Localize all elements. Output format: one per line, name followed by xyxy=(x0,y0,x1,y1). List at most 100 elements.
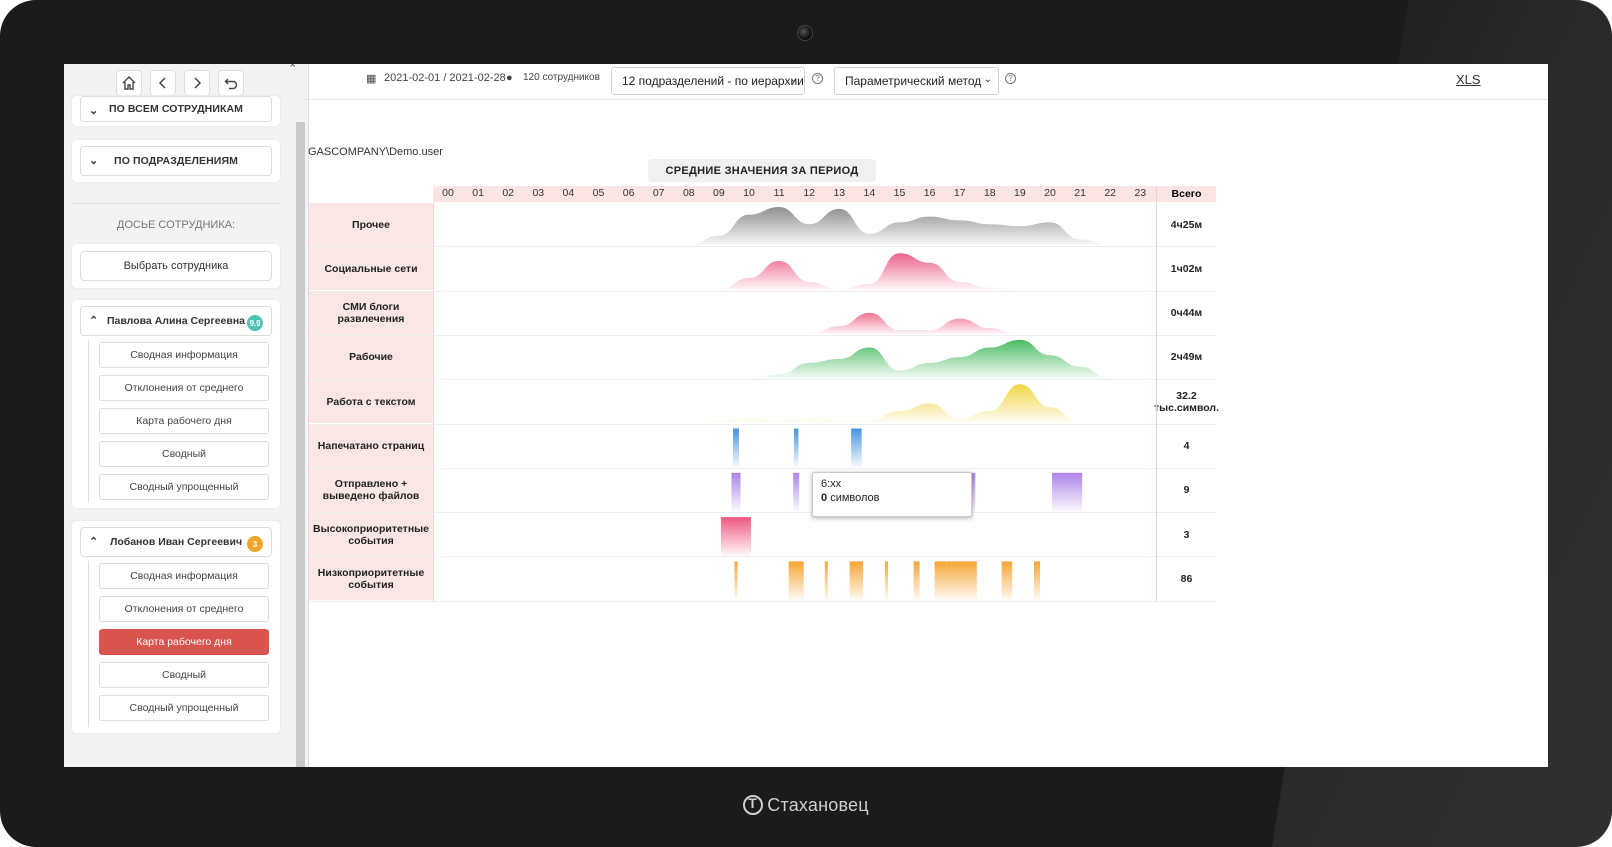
hour-label: 13 xyxy=(833,187,846,199)
app-screen: ⌃ ⌄ ПО ВСЕМ СОТРУДНИКАМ ⌄ ПО ПОДРАЗДЕЛЕН… xyxy=(64,64,1548,767)
employee-header-button[interactable]: ⌃ Лобанов Иван Сергеевич 3 xyxy=(80,527,272,557)
report-item[interactable]: Сводная информация xyxy=(99,342,269,368)
section-all-employees-card: ⌄ ПО ВСЕМ СОТРУДНИКАМ xyxy=(72,96,280,126)
brand-footer: Стахановец xyxy=(0,795,1612,816)
hour-label: 22 xyxy=(1104,187,1117,199)
event-bar[interactable] xyxy=(934,561,947,600)
employee-report-list: Сводная информация Отклонения от среднег… xyxy=(88,561,269,727)
row-label: Рабочие xyxy=(309,335,433,379)
help-icon[interactable]: ? xyxy=(812,73,823,84)
section-label: ПО ВСЕМ СОТРУДНИКАМ xyxy=(108,103,244,115)
event-bar[interactable] xyxy=(1033,561,1041,600)
hour-label: 08 xyxy=(682,187,695,199)
chevron-down-icon: ⌄ xyxy=(789,74,798,85)
sidebar-scrollbar[interactable] xyxy=(296,122,305,767)
area-series[interactable] xyxy=(448,207,1141,246)
employees-count: 120 сотрудников xyxy=(523,72,600,83)
row-total: 32.2 тыс.символ. xyxy=(1154,380,1219,424)
hour-label: 20 xyxy=(1044,187,1056,199)
department-select[interactable]: 12 подразделений - по иерархии ⌄ xyxy=(611,67,805,95)
hour-label: 03 xyxy=(532,187,545,199)
row-total: 4ч25м xyxy=(1157,203,1216,246)
row-total: 2ч49м xyxy=(1157,335,1216,379)
back-icon[interactable] xyxy=(150,70,176,96)
help-icon[interactable]: ? xyxy=(1005,73,1016,84)
event-bar[interactable] xyxy=(946,561,977,600)
section-departments-button[interactable]: ⌄ ПО ПОДРАЗДЕЛЕНИЯМ xyxy=(80,146,272,176)
section-departments-card: ⌄ ПО ПОДРАЗДЕЛЕНИЯМ xyxy=(72,140,280,182)
report-item[interactable]: Сводный xyxy=(99,441,269,467)
tooltip-value-line: 0 символов xyxy=(821,491,963,505)
device-frame: ⌃ ⌄ ПО ВСЕМ СОТРУДНИКАМ ⌄ ПО ПОДРАЗДЕЛЕН… xyxy=(0,0,1612,847)
event-bar[interactable] xyxy=(732,428,740,467)
brand-name: Стахановец xyxy=(767,795,869,815)
tooltip-time: 6:xx xyxy=(821,478,842,490)
report-item[interactable]: Сводный xyxy=(99,662,269,688)
section-label: ПО ПОДРАЗДЕЛЕНИЯМ xyxy=(114,155,238,167)
report-item[interactable]: Сводная информация xyxy=(99,563,269,589)
forward-icon[interactable] xyxy=(184,70,210,96)
event-bar[interactable] xyxy=(913,561,920,600)
home-icon[interactable] xyxy=(116,70,142,96)
report-item[interactable]: Сводный упрощенный xyxy=(99,695,269,721)
report-item-active[interactable]: Карта рабочего дня xyxy=(99,629,269,655)
row-total: 86 xyxy=(1157,557,1216,601)
report-item[interactable]: Отклонения от среднего xyxy=(99,375,269,401)
total-header: Всего xyxy=(1157,186,1216,202)
total-column-border xyxy=(1156,186,1157,602)
event-bar[interactable] xyxy=(720,517,752,556)
section-all-employees-button[interactable]: ⌄ ПО ВСЕМ СОТРУДНИКАМ xyxy=(80,96,272,122)
row-label: Отправлено + выведено файлов xyxy=(309,468,433,512)
undo-icon[interactable] xyxy=(218,70,244,96)
report-item[interactable]: Сводный упрощенный xyxy=(99,474,269,500)
event-bar[interactable] xyxy=(788,561,804,600)
hour-label: 10 xyxy=(743,187,755,199)
camera-icon xyxy=(797,25,813,41)
hour-label: 07 xyxy=(652,187,665,199)
period-range[interactable]: 2021-02-01 / 2021-02-28 xyxy=(384,72,506,84)
hour-label: 14 xyxy=(863,187,876,199)
chevron-down-icon: ⌄ xyxy=(89,155,99,167)
area-series[interactable] xyxy=(448,384,1141,423)
event-bar[interactable] xyxy=(851,428,862,467)
hour-label: 19 xyxy=(1014,187,1026,199)
report-item[interactable]: Карта рабочего дня xyxy=(99,408,269,434)
area-series[interactable] xyxy=(448,339,1141,379)
department-select-value: 12 подразделений - по иерархии xyxy=(622,74,804,88)
tooltip-value: 0 xyxy=(821,492,828,504)
row-label: Высокоприоритетные события xyxy=(309,513,433,557)
hour-label: 15 xyxy=(893,187,906,199)
chart-tooltip: 6:xx 0 символов xyxy=(812,472,972,517)
event-bar[interactable] xyxy=(884,561,889,600)
activity-plot xyxy=(448,207,1141,600)
employee-header-button[interactable]: ⌃ Павлова Алина Сергеевна 9.9 xyxy=(80,306,272,336)
row-total: 3 xyxy=(1157,513,1216,557)
hour-label: 18 xyxy=(983,187,996,199)
area-series[interactable] xyxy=(448,253,1141,290)
sidebar-divider xyxy=(72,203,280,204)
hour-label: 00 xyxy=(442,187,454,199)
score-badge: 9.9 xyxy=(247,315,263,331)
method-select-value: Параметрический метод xyxy=(845,74,982,88)
brand-logo-icon xyxy=(743,795,764,815)
event-bar[interactable] xyxy=(849,561,864,600)
row-label: СМИ блоги развлечения xyxy=(309,291,433,335)
event-bar[interactable] xyxy=(731,472,741,512)
area-series[interactable] xyxy=(448,312,1141,334)
hour-label: 06 xyxy=(622,187,635,199)
event-bar[interactable] xyxy=(1052,472,1083,512)
choose-employee-button[interactable]: Выбрать сотрудника xyxy=(80,251,272,281)
event-bar[interactable] xyxy=(824,561,828,600)
event-bar[interactable] xyxy=(793,472,800,512)
event-bar[interactable] xyxy=(793,428,799,467)
choose-employee-card: Выбрать сотрудника xyxy=(72,244,280,288)
row-label: Прочее xyxy=(309,203,433,246)
method-select[interactable]: Параметрический метод ⌄ xyxy=(834,67,999,95)
collapse-caret-icon[interactable]: ⌃ xyxy=(288,64,297,75)
event-bar[interactable] xyxy=(1001,561,1013,600)
event-bar[interactable] xyxy=(734,561,738,600)
chevron-up-icon: ⌃ xyxy=(89,315,99,327)
xls-export-link[interactable]: XLS xyxy=(1456,72,1481,87)
report-item[interactable]: Отклонения от среднего xyxy=(99,596,269,622)
hour-label: 11 xyxy=(773,187,785,199)
